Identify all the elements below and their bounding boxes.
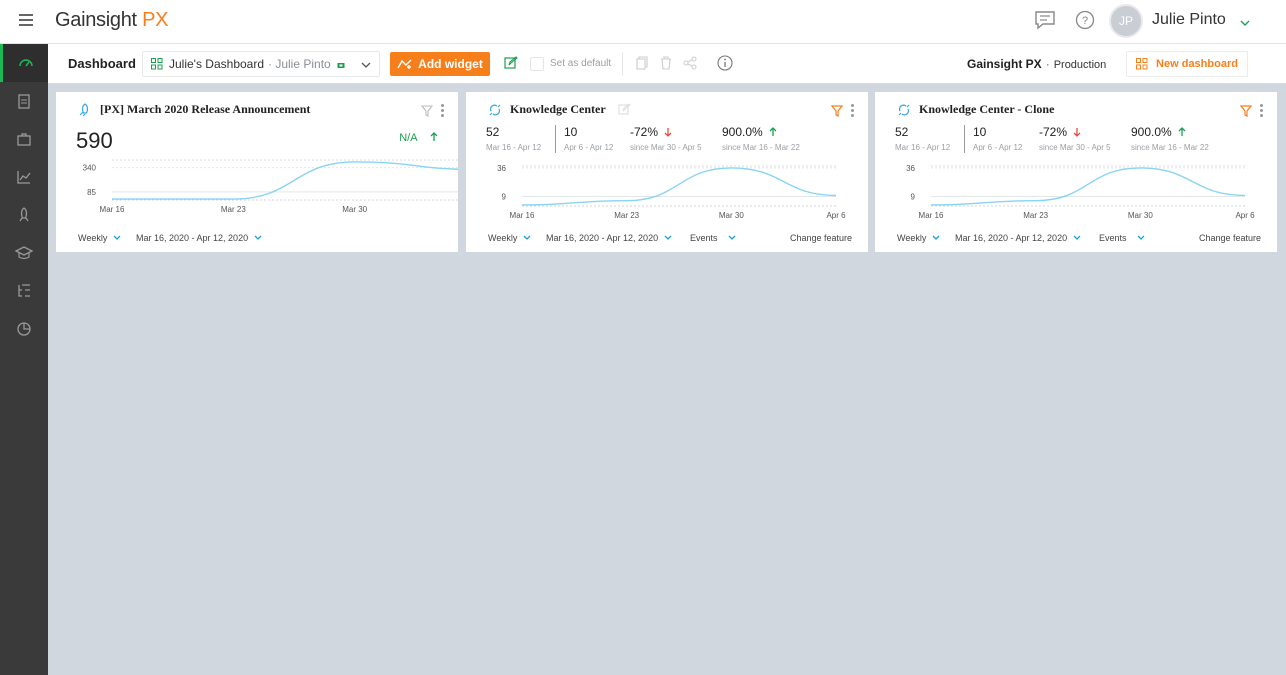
add-widget-icon (397, 59, 412, 69)
metric-dropdown[interactable]: Events (1099, 233, 1145, 243)
edit-icon[interactable] (504, 56, 518, 75)
briefcase-icon (17, 133, 31, 146)
widget-release-announcement[interactable]: [PX] March 2020 Release Announcement 590… (56, 92, 458, 252)
svg-text:?: ? (1082, 15, 1088, 27)
dashboard-owner: · Julie Pinto (268, 57, 331, 71)
sidebar-item-clipboard[interactable] (0, 82, 48, 120)
chevron-down-icon (361, 62, 371, 68)
chevron-down-icon (728, 235, 735, 240)
sidebar-item-engagements[interactable] (0, 196, 48, 234)
date-range-dropdown[interactable]: Mar 16, 2020 - Apr 12, 2020 (955, 233, 1081, 243)
chat-icon[interactable] (1034, 10, 1056, 35)
info-icon[interactable] (717, 55, 733, 76)
lock-icon (337, 63, 345, 68)
change-feature-link[interactable]: Change feature (1199, 233, 1261, 243)
widget-knowledge-center-clone[interactable]: Knowledge Center - Clone 52 Mar 16 - Apr … (875, 92, 1277, 252)
x-tick-label: Apr 6 (826, 211, 846, 220)
chevron-down-icon (664, 235, 672, 240)
divider (622, 52, 623, 76)
sidebar-item-dashboard[interactable] (0, 44, 48, 82)
x-tick-label: Mar 30 (342, 205, 367, 214)
date-range-dropdown[interactable]: Mar 16, 2020 - Apr 12, 2020 (136, 233, 262, 243)
widget-chart: 9 36 Mar 16 Mar 23 Mar 30 Apr 6 (497, 164, 846, 220)
page-title: Dashboard (68, 56, 136, 71)
widget-chart: 85340Mar 16Mar 23Mar 30Apr 6 (83, 159, 458, 214)
widget-chart: 9 36 Mar 16 Mar 23 Mar 30 Apr 6 (906, 164, 1255, 220)
interval-dropdown[interactable]: Weekly (78, 233, 121, 243)
x-tick-label: Mar 16 (100, 205, 125, 214)
y-tick-label: 9 (911, 192, 916, 201)
series-line (930, 167, 1246, 206)
chevron-down-icon[interactable] (1240, 14, 1250, 32)
y-tick-label: 85 (87, 188, 96, 197)
y-tick-label: 36 (497, 164, 506, 173)
x-tick-label: Mar 16 (510, 211, 535, 220)
x-tick-label: Mar 23 (221, 205, 246, 214)
dashboard-toolbar: Dashboard Julie's Dashboard · Julie Pint… (48, 44, 1286, 84)
y-tick-label: 340 (83, 164, 97, 173)
new-dashboard-button[interactable]: New dashboard (1126, 51, 1248, 77)
environment-label: Gainsight PX · Production (967, 57, 1107, 71)
grid-icon (151, 58, 163, 70)
x-tick-label: Apr 6 (1235, 211, 1255, 220)
sidebar-item-briefcase[interactable] (0, 120, 48, 158)
speedometer-icon (18, 59, 33, 67)
interval-dropdown[interactable]: Weekly (488, 233, 531, 243)
interval-dropdown[interactable]: Weekly (897, 233, 940, 243)
sidebar-item-journeys[interactable] (0, 272, 48, 310)
sidebar-item-knowledge[interactable] (0, 234, 48, 272)
chevron-down-icon (1073, 235, 1081, 240)
change-feature-link[interactable]: Change feature (790, 233, 852, 243)
top-bar: Gainsight PX ? JP Julie Pinto (0, 0, 1286, 44)
x-tick-label: Mar 30 (719, 211, 744, 220)
help-icon[interactable]: ? (1075, 10, 1095, 35)
sidebar (0, 44, 48, 675)
line-chart-icon (17, 171, 31, 184)
dashboard-name: Julie's Dashboard (169, 57, 265, 71)
avatar[interactable]: JP (1109, 4, 1143, 38)
date-range-dropdown[interactable]: Mar 16, 2020 - Apr 12, 2020 (546, 233, 672, 243)
chevron-down-icon (523, 235, 531, 240)
sidebar-item-reports[interactable] (0, 310, 48, 348)
copy-icon[interactable] (636, 56, 648, 75)
x-tick-label: Mar 23 (1023, 211, 1048, 220)
menu-icon[interactable] (19, 14, 33, 26)
y-tick-label: 36 (906, 164, 915, 173)
x-tick-label: Mar 30 (1128, 211, 1153, 220)
x-tick-label: Mar 23 (614, 211, 639, 220)
chevron-down-icon (1137, 235, 1144, 240)
pie-chart-icon (17, 322, 31, 336)
chevron-down-icon (254, 235, 262, 240)
y-tick-label: 9 (502, 192, 507, 201)
chevron-down-icon (932, 235, 940, 240)
logo[interactable]: Gainsight PX (55, 9, 168, 32)
set-default-label: Set as default (550, 58, 612, 69)
x-tick-label: Mar 16 (919, 211, 944, 220)
user-name[interactable]: Julie Pinto (1152, 11, 1226, 29)
clipboard-icon (18, 94, 30, 109)
rocket-icon (19, 207, 29, 222)
widget-knowledge-center[interactable]: Knowledge Center 52 Mar 16 - Apr 12 10 Apr… (466, 92, 868, 252)
trash-icon[interactable] (660, 56, 672, 75)
chevron-down-icon (113, 235, 121, 240)
add-widget-button[interactable]: Add widget (390, 52, 490, 76)
set-default-checkbox[interactable] (530, 57, 544, 71)
graduation-cap-icon (15, 246, 33, 260)
share-icon[interactable] (683, 56, 697, 75)
sidebar-item-analytics[interactable] (0, 158, 48, 196)
series-line (521, 167, 837, 206)
dashboard-selector[interactable]: Julie's Dashboard · Julie Pinto (142, 51, 380, 77)
metric-dropdown[interactable]: Events (690, 233, 736, 243)
grid-icon (1136, 58, 1148, 70)
hierarchy-icon (18, 284, 30, 297)
